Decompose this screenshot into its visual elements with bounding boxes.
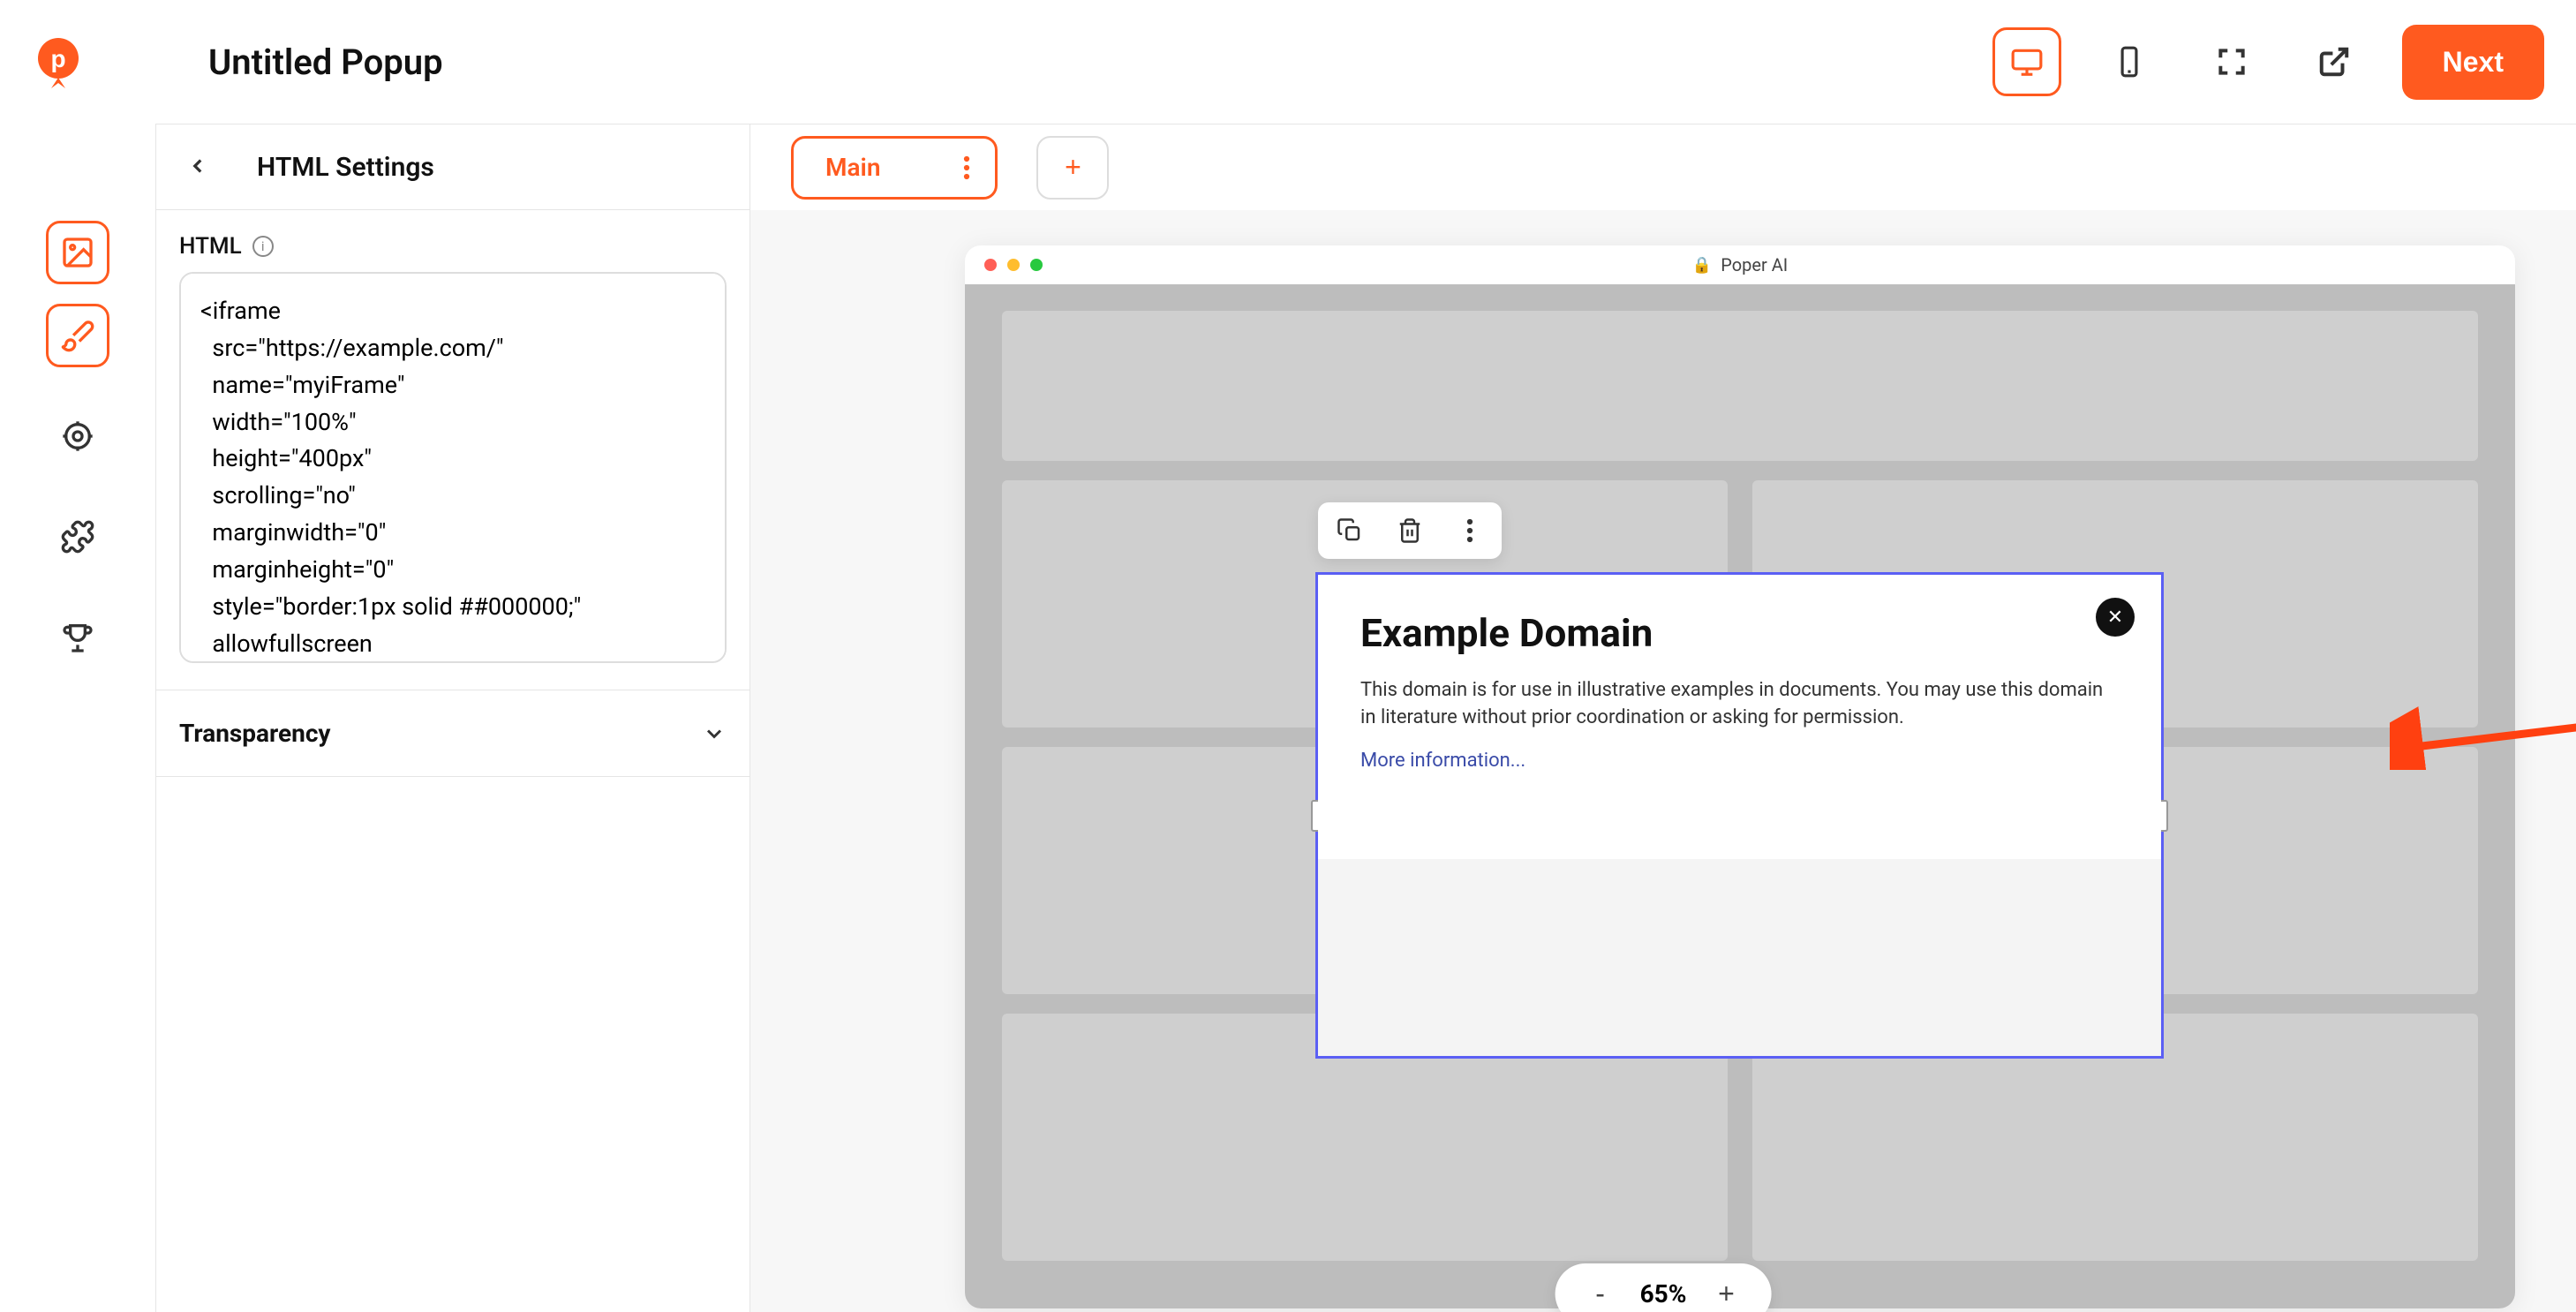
lock-icon: 🔒 <box>1692 256 1712 275</box>
back-button[interactable] <box>179 147 216 187</box>
sidebar-style-button[interactable] <box>46 304 109 367</box>
popup-link[interactable]: More information... <box>1360 750 1525 772</box>
brush-icon <box>60 318 95 353</box>
transparency-row[interactable]: Transparency <box>156 690 749 777</box>
selection-toolbar <box>1318 502 1502 559</box>
popup-text: This domain is for use in illustrative e… <box>1360 677 2119 732</box>
trash-icon <box>1397 517 1423 544</box>
desktop-icon <box>2010 45 2044 79</box>
fullscreen-icon <box>2215 45 2248 79</box>
chevron-left-icon <box>186 155 209 177</box>
zoom-out-button[interactable]: - <box>1587 1278 1614 1310</box>
mobile-icon <box>2113 45 2146 79</box>
window-controls <box>984 259 1043 271</box>
add-tab-button[interactable]: + <box>1036 136 1109 200</box>
sidebar-goals-button[interactable] <box>46 606 109 669</box>
puzzle-icon <box>60 519 95 554</box>
chevron-down-icon <box>702 721 727 746</box>
copy-button[interactable] <box>1330 511 1369 550</box>
panel-title: HTML Settings <box>257 152 434 183</box>
browser-preview: 🔒 Poper AI <box>965 245 2515 1308</box>
vertical-dots-icon <box>963 155 970 181</box>
next-button[interactable]: Next <box>2402 25 2544 100</box>
transparency-label: Transparency <box>179 719 331 748</box>
zoom-controls: - 65% + <box>1555 1263 1772 1312</box>
popup-heading: Example Domain <box>1360 610 2119 656</box>
sidebar-target-button[interactable] <box>46 404 109 468</box>
vertical-dots-icon <box>1466 517 1473 544</box>
html-textarea[interactable] <box>179 272 727 663</box>
sidebar-integrations-button[interactable] <box>46 505 109 569</box>
sidebar-image-button[interactable] <box>46 221 109 284</box>
mobile-viewport-button[interactable] <box>2095 27 2164 96</box>
tab-menu-button[interactable] <box>963 155 970 181</box>
zoom-value: 65% <box>1640 1279 1687 1308</box>
external-link-icon <box>2317 45 2351 79</box>
copy-icon <box>1337 517 1363 544</box>
info-icon[interactable]: i <box>252 236 274 257</box>
html-field-label: HTML <box>179 233 242 260</box>
app-header: p Untitled Popup <box>0 0 2576 124</box>
settings-panel: HTML Settings HTML i Transparency <box>155 124 750 1312</box>
target-icon <box>60 418 95 454</box>
open-external-button[interactable] <box>2300 27 2369 96</box>
svg-text:p: p <box>50 45 65 72</box>
tab-label: Main <box>825 153 880 182</box>
browser-url: 🔒 Poper AI <box>1692 254 1788 275</box>
fullscreen-button[interactable] <box>2197 27 2266 96</box>
trophy-icon <box>60 620 95 655</box>
popup-content-frame: ✕ Example Domain This domain is for use … <box>1318 575 2161 859</box>
main-tab[interactable]: Main <box>791 136 998 200</box>
image-icon <box>60 235 95 270</box>
delete-button[interactable] <box>1390 511 1429 550</box>
url-text: Poper AI <box>1721 254 1788 275</box>
more-button[interactable] <box>1450 511 1489 550</box>
page-title[interactable]: Untitled Popup <box>208 41 443 83</box>
popup-element[interactable]: ✕ Example Domain This domain is for use … <box>1315 572 2164 1059</box>
editor-sidebar <box>0 124 155 1312</box>
zoom-in-button[interactable]: + <box>1713 1278 1739 1310</box>
poper-logo[interactable]: p <box>32 35 85 88</box>
desktop-viewport-button[interactable] <box>1992 27 2061 96</box>
canvas-area: Main + <box>750 124 2576 1312</box>
popup-close-button[interactable]: ✕ <box>2096 598 2135 637</box>
